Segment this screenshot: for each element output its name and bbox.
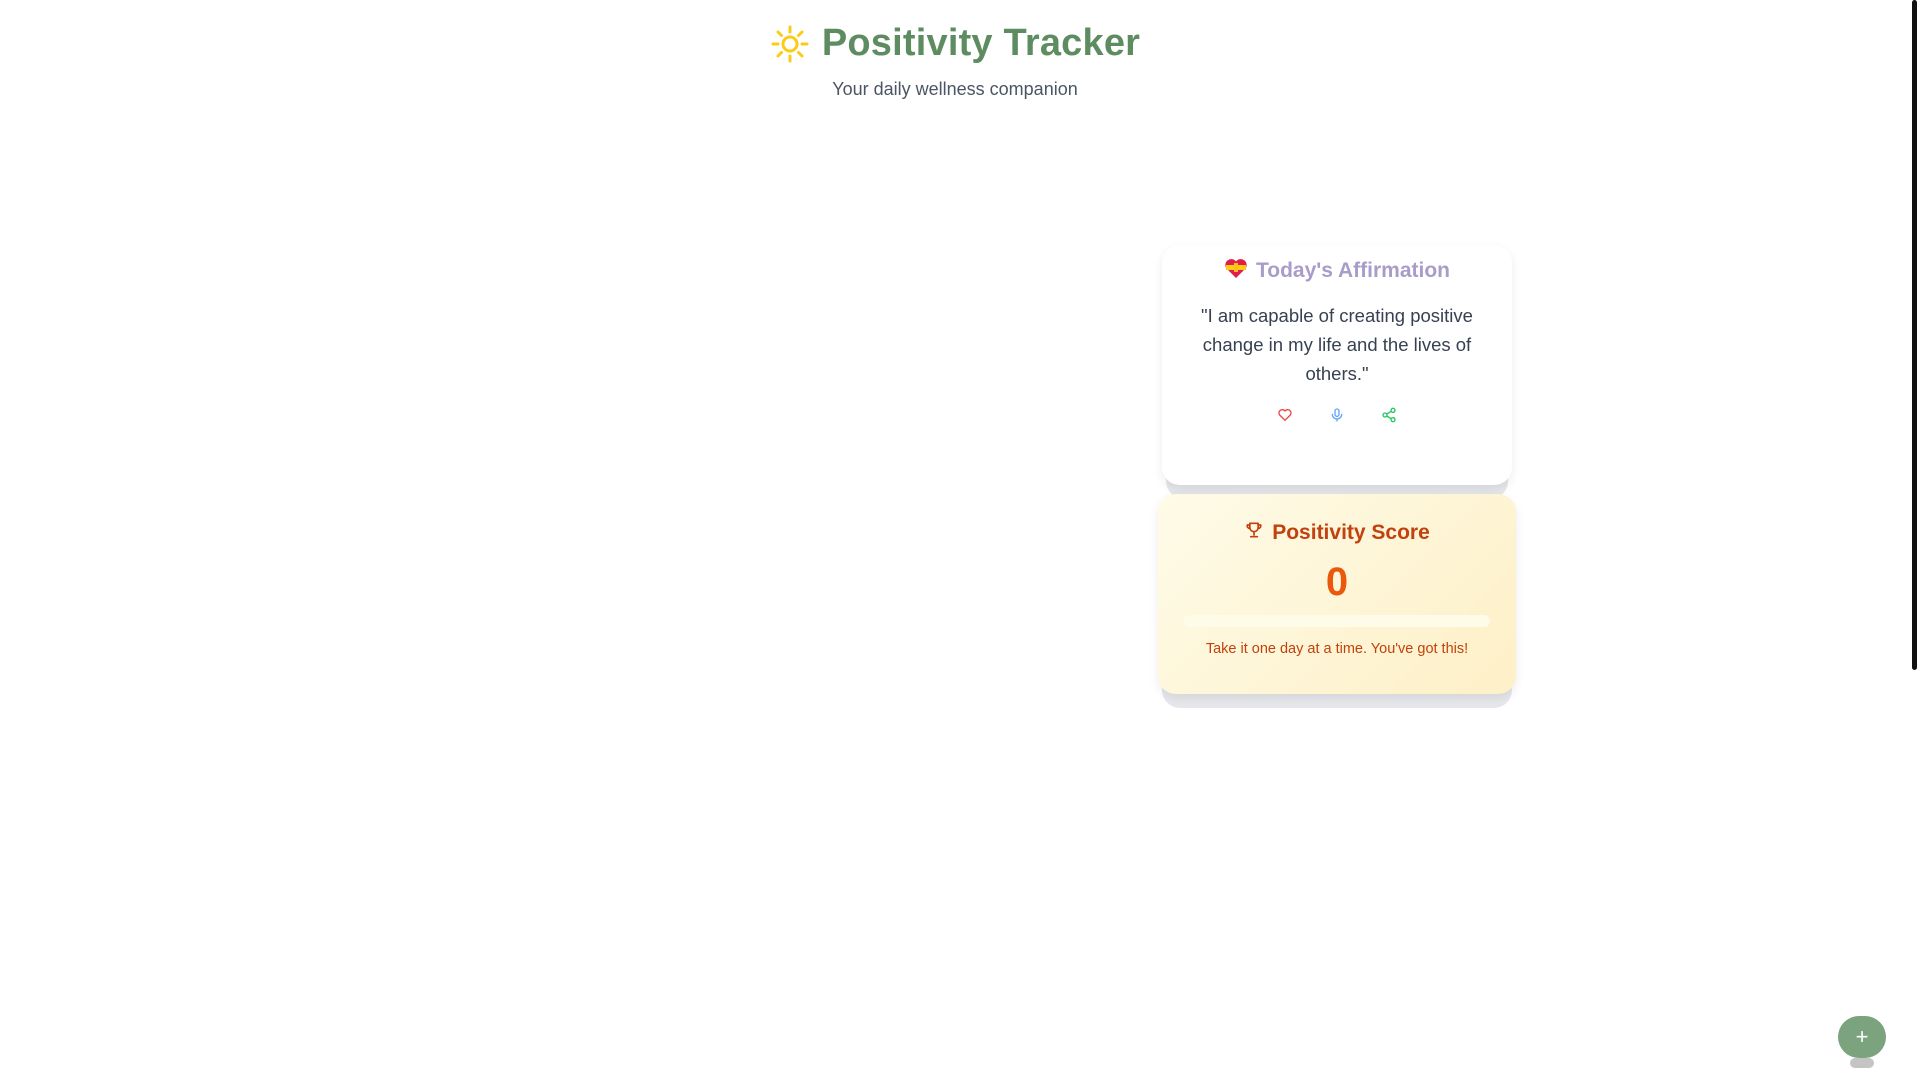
score-title: Positivity Score [1272, 521, 1430, 544]
score-value: 0 [1325, 560, 1349, 604]
affirmation-card: Today's Affirmation "I am capable of cre… [1162, 245, 1512, 485]
affirmation-actions [1188, 406, 1486, 424]
affirmation-card-stack: Today's Affirmation "I am capable of cre… [1162, 245, 1512, 499]
affirmation-text: "I am capable of creating positive chang… [1201, 305, 1473, 384]
score-header: Positivity Score [1244, 520, 1430, 546]
affirmation-title: Today's Affirmation [1255, 259, 1450, 282]
score-message: Take it one day at a time. You've got th… [1205, 641, 1469, 657]
like-button[interactable] [1276, 406, 1294, 424]
page-scrollbar[interactable] [1910, 0, 1920, 1080]
app-header: Positivity Tracker Your daily wellness c… [0, 22, 1910, 100]
affirmation-header: Today's Affirmation [1224, 257, 1450, 285]
heart-icon [1278, 409, 1292, 421]
page: Positivity Tracker Your daily wellness c… [0, 0, 1920, 1080]
app-title: Positivity Tracker [821, 22, 1141, 64]
app-subtitle: Your daily wellness companion [832, 78, 1078, 99]
title-row: Positivity Tracker [770, 22, 1140, 65]
trophy-icon [1244, 520, 1264, 546]
share-icon [1382, 407, 1396, 423]
plus-icon: + [1855, 1024, 1869, 1049]
add-entry-button[interactable]: + [1838, 1016, 1886, 1058]
score-card-stack: Positivity Score 0 Take it one day at a … [1158, 494, 1516, 708]
score-progress-bar [1184, 615, 1490, 627]
heart-ribbon-icon [1224, 257, 1248, 285]
fab-shadow [1850, 1058, 1874, 1068]
listen-button[interactable] [1328, 406, 1346, 424]
microphone-icon [1331, 408, 1343, 422]
positivity-score-card: Positivity Score 0 Take it one day at a … [1158, 494, 1516, 694]
share-button[interactable] [1380, 406, 1398, 424]
sun-icon [770, 24, 810, 64]
scrollbar-thumb[interactable] [1912, 0, 1917, 670]
